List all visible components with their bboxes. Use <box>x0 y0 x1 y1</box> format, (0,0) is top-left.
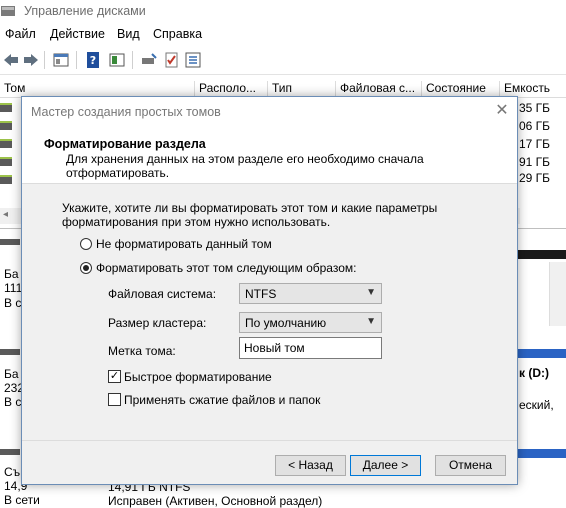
scroll-left-icon[interactable]: ◂ <box>3 209 8 220</box>
vertical-scrollbar[interactable] <box>549 262 566 326</box>
column-layout[interactable]: Располо... <box>195 81 268 97</box>
compression-checkbox[interactable] <box>108 393 121 406</box>
partition-bar-dark <box>518 250 566 259</box>
disk0-size: 111 <box>4 281 23 295</box>
menu-bar: Файл Действие Вид Справка <box>0 22 566 46</box>
volume-icon <box>0 103 12 112</box>
partition-bar-blue <box>518 449 566 458</box>
dialog-titlebar: Мастер создания простых томов ✕ <box>22 97 517 127</box>
properties-window-icon[interactable] <box>52 51 70 69</box>
connect-disk-icon[interactable] <box>140 51 158 69</box>
radio-do-not-format-label[interactable]: Не форматировать данный том <box>96 237 272 251</box>
volume-d-detail: еский, <box>519 398 554 412</box>
column-filesystem[interactable]: Файловая с... <box>336 81 422 97</box>
next-button[interactable]: Далее > <box>350 455 421 476</box>
filesystem-select[interactable]: NTFS ▼ <box>239 283 382 304</box>
partition-bar-blue <box>518 349 566 358</box>
disk0-type: Ба <box>4 267 19 281</box>
volume-capacity: 91 ГБ <box>519 155 551 169</box>
cancel-button[interactable]: Отмена <box>435 455 506 476</box>
removable-volume-status: Исправен (Активен, Основной раздел) <box>108 494 323 508</box>
dialog-divider <box>22 440 517 441</box>
volume-capacity: 35 ГБ <box>519 101 551 115</box>
help-icon[interactable]: ? <box>84 51 102 69</box>
menu-view[interactable]: Вид <box>117 27 140 41</box>
radio-format-volume[interactable] <box>80 262 92 274</box>
disk1-status: В с <box>4 395 22 409</box>
format-instructions: Укажите, хотите ли вы форматировать этот… <box>62 201 438 229</box>
close-icon[interactable]: ✕ <box>492 101 512 121</box>
volume-d-label[interactable]: к (D:) <box>519 366 549 380</box>
list-view-icon[interactable] <box>184 51 202 69</box>
menu-help[interactable]: Справка <box>153 27 202 41</box>
wizard-page-description: Для хранения данных на этом разделе его … <box>66 152 424 180</box>
window-title: Управление дисками <box>24 4 146 18</box>
compression-label[interactable]: Применять сжатие файлов и папок <box>124 393 320 407</box>
menu-action[interactable]: Действие <box>50 27 105 41</box>
disk2-type: Съ <box>4 465 21 479</box>
forward-arrow-icon[interactable] <box>22 51 40 69</box>
volume-icon <box>0 139 12 148</box>
volume-capacity: 06 ГБ <box>519 119 551 133</box>
window-titlebar: Управление дисками <box>0 0 566 22</box>
filesystem-label: Файловая система: <box>108 287 217 301</box>
disk-icon <box>0 239 20 245</box>
radio-format-volume-label[interactable]: Форматировать этот том следующим образом… <box>96 261 356 275</box>
disk-icon <box>0 349 20 355</box>
volume-icon <box>0 121 12 130</box>
back-button[interactable]: < Назад <box>275 455 346 476</box>
back-arrow-icon[interactable] <box>2 51 20 69</box>
cluster-size-select[interactable]: По умолчанию ▼ <box>239 312 382 333</box>
svg-text:?: ? <box>90 54 96 67</box>
toolbar-separator <box>44 51 45 69</box>
checklist-icon[interactable] <box>162 51 180 69</box>
volume-icon <box>0 175 12 184</box>
column-type[interactable]: Тип <box>268 81 336 97</box>
column-status[interactable]: Состояние <box>422 81 500 97</box>
volume-capacity: 17 ГБ <box>519 137 551 151</box>
new-simple-volume-wizard: Мастер создания простых томов ✕ Форматир… <box>21 96 518 485</box>
chevron-down-icon: ▼ <box>366 316 376 327</box>
volume-label-field[interactable] <box>239 337 382 359</box>
disk-icon <box>0 449 20 455</box>
cluster-size-value: По умолчанию <box>245 316 327 330</box>
toolbar-separator <box>76 51 77 69</box>
volume-label-input[interactable] <box>240 338 378 358</box>
filesystem-value: NTFS <box>245 287 277 301</box>
quick-format-label[interactable]: Быстрое форматирование <box>124 370 272 384</box>
chevron-down-icon: ▼ <box>366 287 376 298</box>
quick-format-checkbox[interactable]: ✓ <box>108 370 121 383</box>
disk-management-icon <box>1 6 15 16</box>
menu-file[interactable]: Файл <box>5 27 36 41</box>
wizard-page-title: Форматирование раздела <box>44 137 206 151</box>
radio-do-not-format[interactable] <box>80 238 92 250</box>
volume-capacity: 29 ГБ <box>519 171 551 185</box>
dialog-title: Мастер создания простых томов <box>31 105 221 119</box>
toolbar: ? <box>0 46 566 75</box>
wizard-header: Форматирование раздела Для хранения данн… <box>22 127 517 184</box>
volume-label-label: Метка тома: <box>108 344 176 358</box>
cluster-size-label: Размер кластера: <box>108 316 207 330</box>
volume-icon <box>0 157 12 166</box>
column-volume[interactable]: Том <box>0 81 195 97</box>
disk1-type: Ба <box>4 367 19 381</box>
toolbar-separator <box>132 51 133 69</box>
console-tree-icon[interactable] <box>108 51 126 69</box>
disk0-status: В с <box>4 296 22 310</box>
column-capacity[interactable]: Емкость <box>500 81 566 97</box>
